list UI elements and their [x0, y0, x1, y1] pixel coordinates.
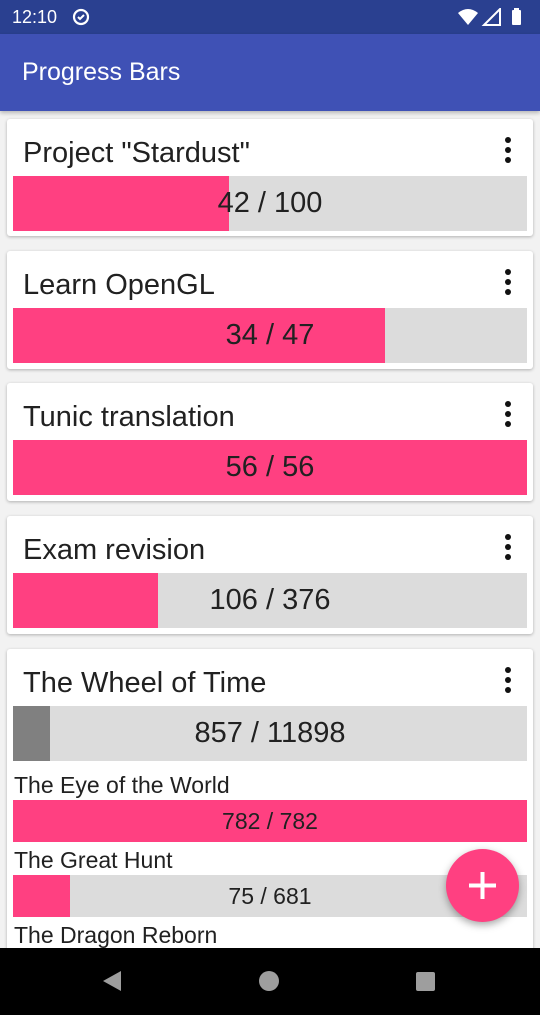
progress-text: 42 / 100: [217, 187, 323, 219]
progress-text: 782 / 782: [222, 807, 318, 834]
more-vert-icon[interactable]: [503, 137, 513, 167]
add-icon: [469, 872, 496, 899]
data-saver-icon: [72, 8, 90, 26]
progress-text: 857 / 11898: [194, 717, 346, 749]
project-title: Project "Stardust": [23, 137, 250, 169]
battery-icon: [512, 10, 521, 25]
progress-bar: 34 / 47: [13, 308, 527, 363]
progress-text: 106 / 376: [209, 584, 331, 616]
status-bar: 12:10: [0, 0, 540, 34]
progress-text: 34 / 47: [225, 319, 315, 351]
project-card[interactable]: Exam revision 106 / 376: [7, 516, 533, 634]
project-card[interactable]: Tunic translation 56 / 56: [7, 383, 533, 501]
status-time: 12:10: [12, 7, 58, 27]
more-vert-icon[interactable]: [503, 401, 513, 431]
more-vert-icon[interactable]: [503, 269, 513, 299]
app-title: Progress Bars: [22, 58, 181, 86]
signal-icon: [481, 8, 501, 26]
project-card[interactable]: Learn OpenGL 34 / 47: [7, 251, 533, 369]
navigation-bar: [0, 948, 540, 1015]
subtask-title: The Great Hunt: [14, 847, 173, 873]
recents-icon[interactable]: [416, 972, 435, 991]
home-icon[interactable]: [259, 971, 279, 991]
project-list[interactable]: Project "Stardust" 42 / 100 Learn OpenGL…: [0, 111, 540, 948]
subtask-title: The Dragon Reborn: [14, 922, 218, 948]
more-vert-icon[interactable]: [503, 667, 513, 697]
progress-bar: 106 / 376: [13, 573, 527, 628]
status-icons: [458, 8, 521, 26]
more-vert-icon[interactable]: [503, 534, 513, 564]
progress-bar: 857 / 11898: [13, 706, 527, 761]
subtask-progress-bar: 782 / 782: [13, 800, 527, 842]
wifi-icon: [458, 9, 478, 25]
progress-text: 56 / 56: [225, 451, 315, 483]
back-icon[interactable]: [102, 970, 122, 992]
progress-bar: 42 / 100: [13, 176, 527, 231]
app-bar: Progress Bars: [0, 34, 540, 111]
progress-bar: 56 / 56: [13, 440, 527, 495]
subtask-title: The Eye of the World: [14, 772, 230, 798]
project-title: Exam revision: [23, 534, 206, 566]
project-title: Tunic translation: [23, 401, 235, 433]
project-title: Learn OpenGL: [23, 269, 215, 301]
add-project-button[interactable]: [446, 849, 519, 922]
project-card[interactable]: Project "Stardust" 42 / 100: [7, 119, 533, 236]
project-title: The Wheel of Time: [23, 667, 267, 699]
